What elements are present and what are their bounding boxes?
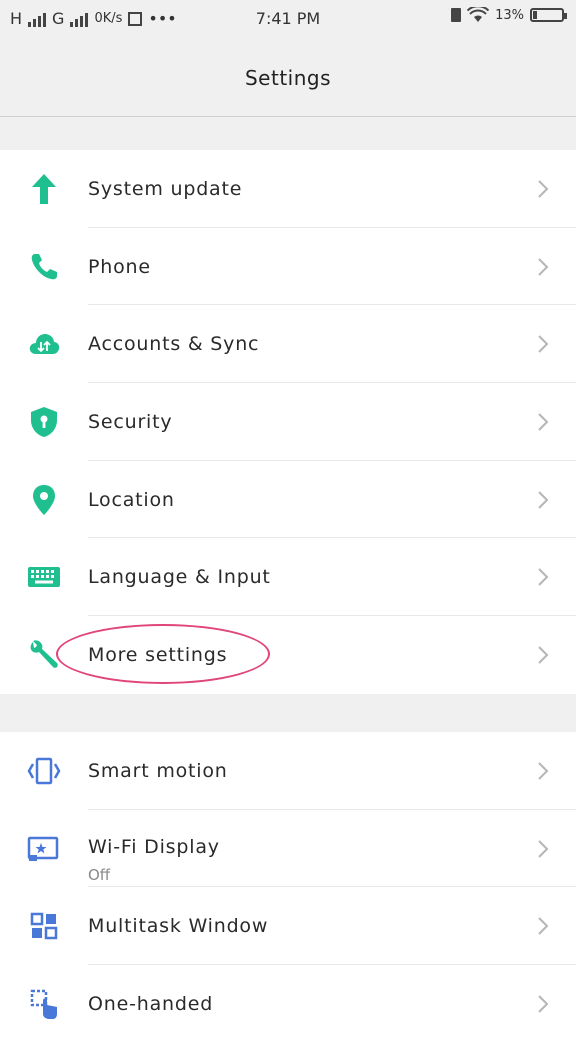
wifi-display-icon <box>26 831 62 867</box>
battery-percent: 13% <box>495 7 524 23</box>
settings-item-label: Smart motion <box>88 759 228 782</box>
settings-item-label: Language & Input <box>88 566 271 589</box>
shield-icon <box>26 404 62 440</box>
chevron-right-icon <box>538 917 549 935</box>
chevron-right-icon <box>538 568 549 586</box>
smart-motion-icon <box>26 753 62 789</box>
settings-group-features: Smart motion Wi-Fi Display Off Multitask… <box>0 732 576 1043</box>
settings-item-label: System update <box>88 177 243 200</box>
app-header: Settings <box>0 40 576 117</box>
battery-icon <box>530 8 567 22</box>
settings-item-security[interactable]: Security <box>0 383 576 461</box>
settings-group-main: System update Phone Accounts & Sync Secu… <box>0 150 576 694</box>
settings-item-label: More settings <box>88 643 228 666</box>
settings-item-multitask-window[interactable]: Multitask Window <box>0 887 576 966</box>
chevron-right-icon <box>538 490 549 509</box>
chevron-right-icon <box>538 646 549 664</box>
page-title: Settings <box>244 66 332 90</box>
settings-item-more-settings[interactable]: More settings <box>0 616 576 694</box>
arrow-up-icon <box>26 171 62 207</box>
phone-icon <box>26 249 62 285</box>
chevron-right-icon <box>538 335 549 353</box>
settings-item-language-input[interactable]: Language & Input <box>0 538 576 617</box>
settings-item-phone[interactable]: Phone <box>0 228 576 306</box>
settings-item-label: Location <box>88 488 175 511</box>
one-handed-icon <box>26 986 62 1022</box>
chevron-right-icon <box>538 257 549 276</box>
location-pin-icon <box>26 482 62 518</box>
settings-item-one-handed[interactable]: One-handed <box>0 965 576 1043</box>
settings-item-smart-motion[interactable]: Smart motion <box>0 732 576 810</box>
chevron-right-icon <box>538 413 549 431</box>
status-bar: H G 0K/s ••• 7:41 PM 13% <box>0 0 576 40</box>
chevron-right-icon <box>538 762 549 780</box>
settings-item-status: Off <box>88 865 111 884</box>
settings-item-label: One-handed <box>88 992 214 1015</box>
wifi-icon <box>467 7 490 22</box>
settings-item-label: Security <box>88 410 173 433</box>
settings-item-label: Multitask Window <box>88 915 269 938</box>
settings-item-wifi-display[interactable]: Wi-Fi Display Off <box>0 810 576 888</box>
wrench-icon <box>26 637 62 673</box>
multitask-window-icon <box>26 908 62 944</box>
settings-item-accounts-sync[interactable]: Accounts & Sync <box>0 305 576 384</box>
battery-saver-icon <box>451 8 462 22</box>
chevron-right-icon <box>538 180 549 198</box>
settings-item-label: Accounts & Sync <box>88 333 260 356</box>
cloud-sync-icon <box>26 326 62 362</box>
status-right: 13% <box>451 7 567 23</box>
chevron-right-icon <box>538 995 549 1013</box>
settings-item-system-update[interactable]: System update <box>0 150 576 228</box>
settings-item-label: Phone <box>88 255 151 278</box>
chevron-right-icon <box>538 839 549 858</box>
settings-item-label: Wi-Fi Display <box>88 835 220 858</box>
settings-item-location[interactable]: Location <box>0 461 576 539</box>
keyboard-icon <box>26 559 62 595</box>
